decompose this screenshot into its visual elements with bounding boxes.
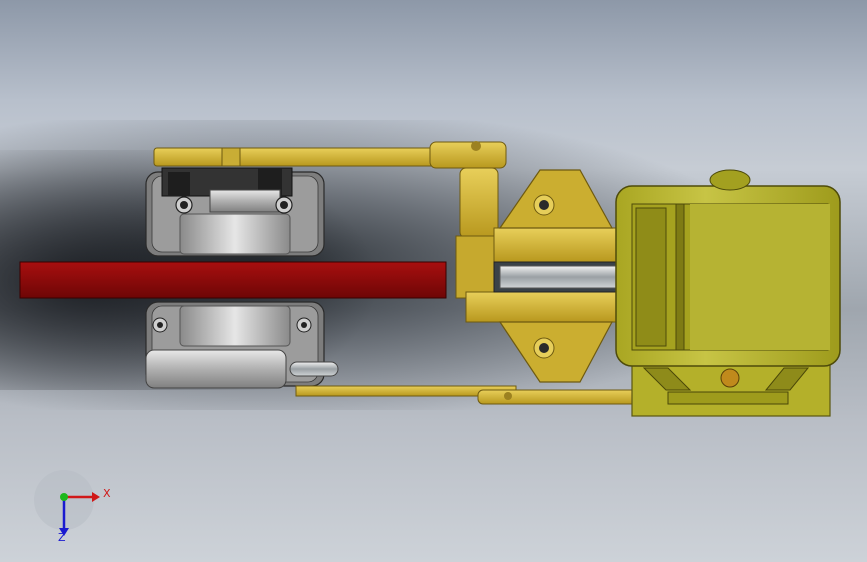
cad-model[interactable]: X Z — [0, 0, 867, 562]
lower-caliper-housing[interactable] — [145, 301, 339, 389]
motor-body[interactable] — [615, 169, 841, 417]
x-axis-label: X — [103, 487, 111, 500]
brake-belt[interactable] — [19, 261, 447, 299]
upper-caliper-housing[interactable] — [145, 167, 325, 257]
graphics-viewport[interactable]: X Z — [0, 0, 867, 562]
z-axis-label: Z — [58, 531, 66, 544]
lower-lever-arm[interactable] — [295, 385, 639, 405]
upper-lever-arm[interactable] — [153, 141, 507, 169]
coordinate-triad: X Z — [34, 470, 111, 544]
pin — [289, 361, 339, 377]
y-axis-dot — [60, 493, 68, 501]
